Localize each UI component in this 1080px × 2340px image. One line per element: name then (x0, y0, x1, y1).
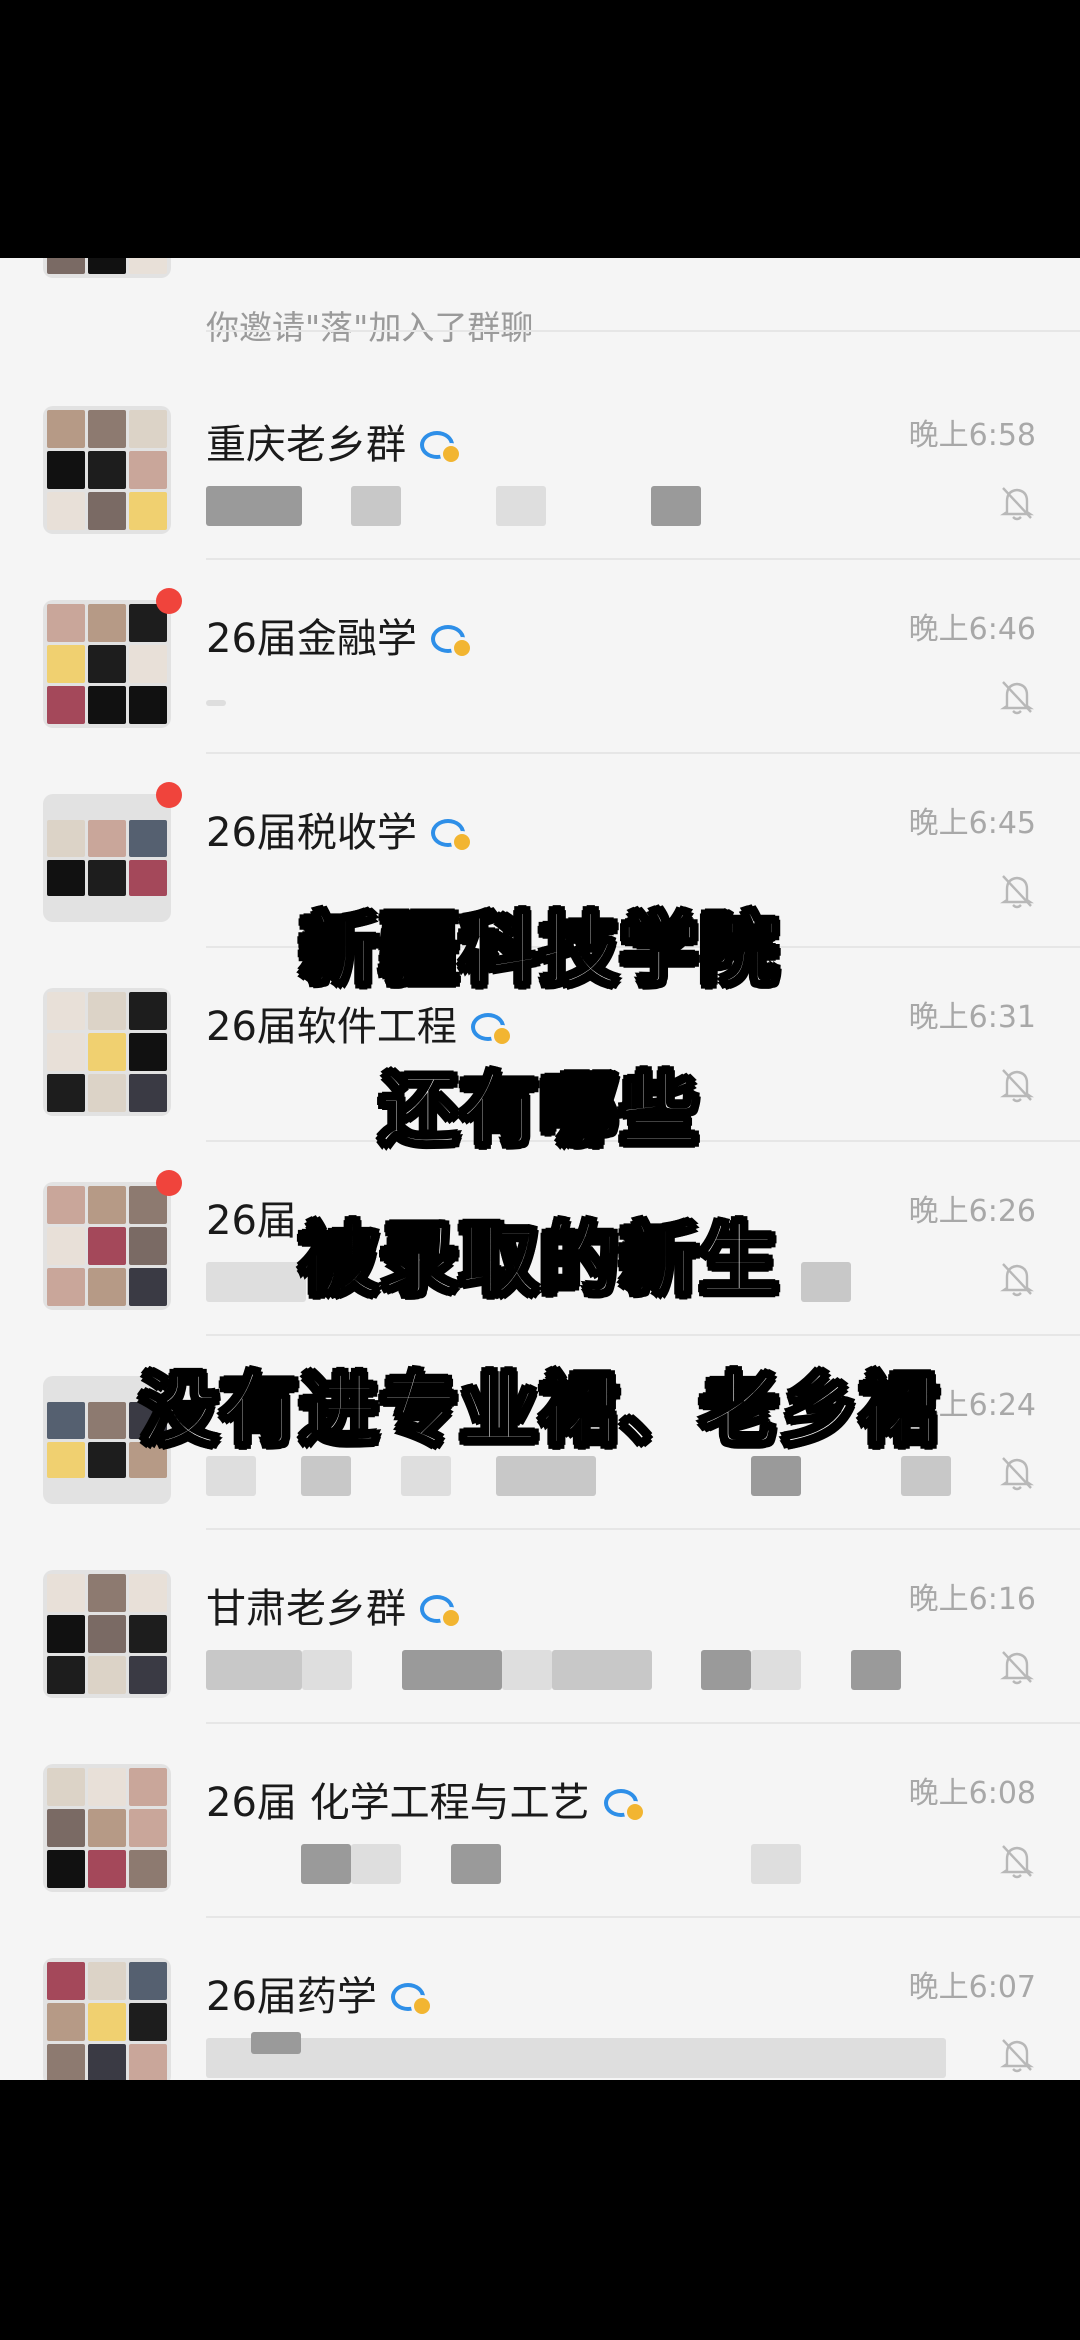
group-avatar (43, 600, 171, 728)
group-chat-badge-icon (420, 1593, 462, 1629)
unread-dot (156, 782, 182, 808)
chat-row[interactable]: 甘肃老乡群 晚上6:16 (0, 1530, 1080, 1724)
group-chat-badge-icon (470, 1011, 513, 1047)
group-chat-badge-icon (420, 429, 462, 465)
caption-line-2: 还有哪些 (378, 1065, 700, 1158)
bell-muted-icon (1000, 487, 1034, 521)
unread-dot (156, 1170, 182, 1196)
blurred-preview (206, 680, 906, 724)
caption-line-3: 被录取的新生 (298, 1215, 780, 1308)
chat-row[interactable]: 重庆老乡群 晚上6:58 (0, 366, 1080, 560)
chat-row-partial[interactable]: 你邀请"落"加入了群聊 (0, 258, 1080, 347)
group-chat-badge-icon (603, 1787, 646, 1823)
caption-line-4: 没有进专业裙、老乡裙 (138, 1365, 940, 1458)
group-avatar (43, 1958, 171, 2080)
chat-time: 晚上6:58 (908, 418, 1036, 453)
video-frame: 你邀请"落"加入了群聊 重庆老乡群 晚上6:58 26届金融学 晚上6:46 2… (0, 0, 1080, 2340)
chat-time: 晚上6:45 (908, 806, 1036, 841)
chat-time: 晚上6:08 (908, 1776, 1036, 1811)
chat-list[interactable]: 你邀请"落"加入了群聊 重庆老乡群 晚上6:58 26届金融学 晚上6:46 2… (0, 258, 1080, 2080)
chat-preview-text: 你邀请"落"加入了群聊 (206, 308, 534, 347)
chat-time: 晚上6:07 (908, 1970, 1036, 2005)
chat-time: 晚上6:16 (908, 1582, 1036, 1617)
chat-name: 26届金融学 (206, 606, 473, 664)
chat-name: 甘肃老乡群 (206, 1576, 462, 1634)
chat-time: 晚上6:46 (908, 612, 1036, 647)
group-chat-badge-icon (430, 623, 473, 659)
chat-row[interactable]: 26届 化学工程与工艺 晚上6:08 (0, 1724, 1080, 1918)
chat-row[interactable]: 26届金融学 晚上6:46 (0, 560, 1080, 754)
chat-name: 26届软件工程 (206, 994, 513, 1052)
chat-name: 26届税收学 (206, 800, 473, 858)
blurred-preview (206, 1456, 951, 1500)
group-avatar (43, 258, 171, 278)
unread-dot (156, 588, 182, 614)
chat-name: 26届药学 (206, 1964, 433, 2022)
bell-muted-icon (1000, 681, 1034, 715)
caption-line-1: 新疆科技学院 (298, 905, 780, 998)
bell-muted-icon (1000, 1845, 1034, 1879)
group-avatar (43, 1570, 171, 1698)
group-avatar (43, 406, 171, 534)
bell-muted-icon (1000, 1651, 1034, 1685)
group-chat-badge-icon (390, 1981, 433, 2017)
blurred-preview (206, 486, 906, 530)
blurred-preview (206, 1844, 906, 1888)
group-chat-badge-icon (430, 817, 473, 853)
blurred-preview (206, 1650, 906, 1694)
chat-row[interactable]: 26届药学 晚上6:07 (0, 1918, 1080, 2080)
blurred-preview (206, 2032, 946, 2080)
group-avatar (43, 1764, 171, 1892)
chat-name: 重庆老乡群 (206, 412, 462, 470)
bell-muted-icon (1000, 2039, 1034, 2073)
chat-name: 26届 化学工程与工艺 (206, 1770, 646, 1828)
